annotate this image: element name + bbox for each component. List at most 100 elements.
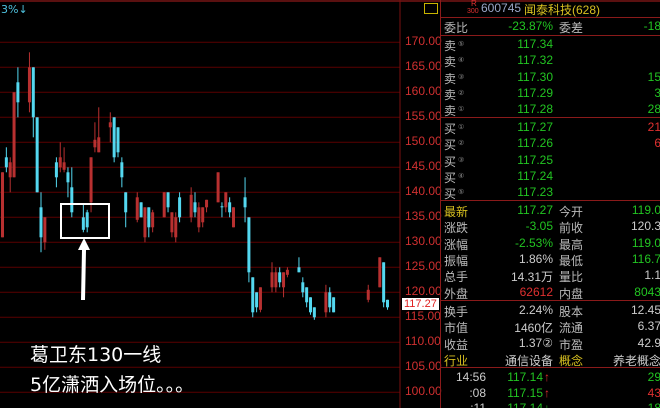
candle-body xyxy=(147,207,151,228)
candle-body xyxy=(139,202,143,218)
stat-value: 62612 xyxy=(519,284,553,299)
candle-body xyxy=(162,192,166,218)
candle-body xyxy=(205,199,209,208)
candle xyxy=(274,267,278,293)
finance-value: 1.37② xyxy=(518,335,553,350)
price-tick-label: 145.00 xyxy=(405,159,442,174)
finance-row: 市值 1460亿 流通 6.37 xyxy=(441,318,660,335)
candle xyxy=(205,199,209,213)
candle xyxy=(97,107,101,153)
candle xyxy=(124,192,128,228)
candle-body xyxy=(189,194,193,218)
candle xyxy=(116,127,120,158)
level-index: ③ xyxy=(458,73,465,81)
price-tick-label: 150.00 xyxy=(405,134,442,149)
candle xyxy=(170,212,174,238)
level-index: ① xyxy=(458,106,465,114)
sell-price: 117.28 xyxy=(517,102,553,117)
price-tick-label: 120.00 xyxy=(405,284,442,299)
arrow-up-icon xyxy=(78,238,90,300)
stat-row: 涨跌 -3.05 前收 120.3 xyxy=(441,218,660,235)
buy-volume: 21 xyxy=(647,120,660,134)
tick-arrow: ↓ xyxy=(544,401,550,408)
candle xyxy=(12,92,16,178)
finance-row: 收益 1.37② 市盈 42.9 xyxy=(441,335,660,352)
stat-value: 116.7 xyxy=(631,251,660,266)
sell-volume: 28 xyxy=(647,102,660,117)
candle-body xyxy=(278,272,282,283)
badge-bottom: 300 xyxy=(467,8,479,15)
candle-body xyxy=(270,272,274,288)
candle-body xyxy=(201,207,205,223)
buy-price: 117.27 xyxy=(517,120,553,134)
tick-volume: 43 xyxy=(647,385,660,400)
candle-body xyxy=(170,212,174,233)
divider xyxy=(441,367,660,368)
tick-time: :08 xyxy=(469,385,486,400)
buy-price: 117.24 xyxy=(517,168,553,183)
candle-body xyxy=(174,217,178,238)
candle xyxy=(247,217,251,283)
candle xyxy=(39,192,43,253)
candle xyxy=(228,197,232,218)
buy-level-row: 买 ⑤ 117.23 xyxy=(441,184,660,201)
tick-time: :11 xyxy=(470,401,486,408)
candle xyxy=(16,67,20,118)
finance-row: 换手 2.24% 股本 12.45 xyxy=(441,302,660,319)
tick-row: :08 117.15 ↑ 43 xyxy=(441,385,660,402)
candle-body xyxy=(143,207,147,238)
sell-level-row: 卖 ① 117.28 28 xyxy=(441,101,660,118)
buy-level-row: 买②117.266 xyxy=(441,135,660,152)
level-index: ④ xyxy=(458,172,465,180)
buy-price: 117.26 xyxy=(517,136,553,151)
candle-body xyxy=(43,217,47,243)
tick-price: 117.14 xyxy=(507,370,543,384)
candle-body xyxy=(232,207,235,228)
candle xyxy=(282,272,286,298)
candle-body xyxy=(328,292,332,308)
level-index: ④ xyxy=(458,57,465,65)
panel-toggle-icon[interactable] xyxy=(424,3,438,14)
candle-body xyxy=(31,67,35,118)
candle-body xyxy=(112,117,116,158)
candle xyxy=(151,209,155,233)
buy-volume: 6 xyxy=(654,136,660,150)
candle xyxy=(70,167,74,218)
candle xyxy=(297,257,301,273)
stat-value: 120.3 xyxy=(630,219,660,234)
tick-row: 14:56 117.14 ↑ 29 xyxy=(441,369,660,386)
candle-body xyxy=(81,217,85,230)
candle-body xyxy=(16,82,20,103)
finance-value: 2.24% xyxy=(518,303,553,317)
candle-body xyxy=(332,297,336,313)
candle xyxy=(243,177,247,223)
candle xyxy=(85,209,89,233)
candle-body xyxy=(166,192,170,208)
candle-body xyxy=(309,297,312,313)
buy-level-row: 买 ③ 117.25 xyxy=(441,152,660,169)
candle xyxy=(278,267,282,288)
tick-arrow: ↑ xyxy=(544,385,550,400)
candle xyxy=(386,299,389,310)
stock-name: 闻泰科技(628) xyxy=(524,3,601,17)
candle-body xyxy=(305,287,309,303)
stat-value: -2.53% xyxy=(514,235,553,250)
tick-time: 14:56 xyxy=(455,370,486,384)
level-index: ⑤ xyxy=(458,41,465,48)
candle xyxy=(201,207,205,228)
level-index: ③ xyxy=(458,156,465,164)
price-tick-label: 170.00 xyxy=(405,34,442,49)
candle-body xyxy=(70,187,74,213)
annotation-line-1: 葛卫东130一线 xyxy=(30,344,162,366)
candle-body xyxy=(89,157,93,203)
highlight-box xyxy=(60,203,110,239)
buy-level-row: 买 ④ 117.24 xyxy=(441,168,660,185)
candle xyxy=(328,287,332,313)
stock-code: 600745 xyxy=(481,1,522,15)
buy-level-row: 买 ① 117.27 21 xyxy=(441,119,660,136)
candle-body xyxy=(85,212,89,228)
stat-value: -3.05 xyxy=(525,219,553,234)
finance-value: 42.9 xyxy=(637,335,660,350)
weibi-label: 委比 xyxy=(444,21,469,35)
candle-body xyxy=(193,202,197,213)
